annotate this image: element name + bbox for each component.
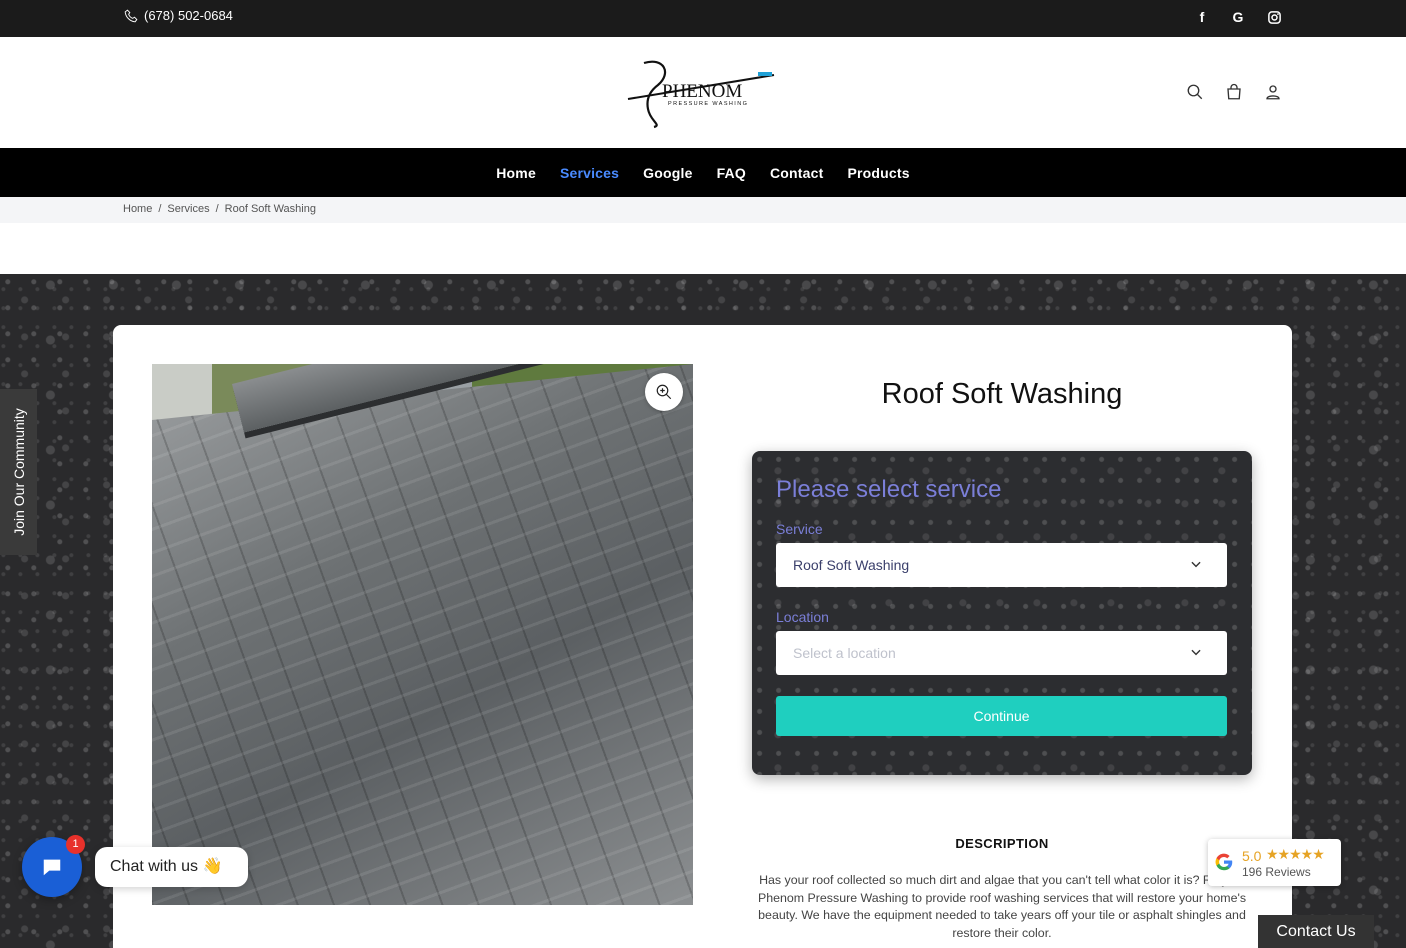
phone-icon xyxy=(124,9,138,22)
zoom-button[interactable] xyxy=(645,373,683,411)
breadcrumb-services[interactable]: Services xyxy=(167,203,209,215)
product-title: Roof Soft Washing xyxy=(881,378,1123,410)
roof-ridge xyxy=(232,364,693,433)
breadcrumb-home[interactable]: Home xyxy=(123,203,152,215)
nav-contact[interactable]: Contact xyxy=(770,165,824,181)
google-reviews-badge[interactable]: 5.0 ★★★★★ 196 Reviews xyxy=(1208,839,1341,886)
review-count: 196 Reviews xyxy=(1242,865,1311,879)
breadcrumb-separator: / xyxy=(215,203,219,215)
booking-heading: Please select service xyxy=(776,476,1002,503)
nav-google[interactable]: Google xyxy=(643,165,692,181)
cart-icon[interactable] xyxy=(1225,83,1243,101)
nav-faq[interactable]: FAQ xyxy=(717,165,746,181)
nav-home[interactable]: Home xyxy=(496,165,536,181)
service-select-value: Roof Soft Washing xyxy=(793,557,910,573)
header-actions xyxy=(1186,83,1282,101)
location-label: Location xyxy=(776,609,829,625)
service-label: Service xyxy=(776,521,823,537)
search-icon[interactable] xyxy=(1186,83,1204,101)
zoom-in-icon xyxy=(656,384,672,400)
logo-tagline: PRESSURE WASHING xyxy=(668,101,748,107)
chevron-down-icon xyxy=(1191,649,1201,656)
site-logo[interactable]: PHENOM PRESSURE WASHING xyxy=(624,55,776,129)
google-icon[interactable]: G xyxy=(1230,9,1246,25)
google-g-icon xyxy=(1215,853,1233,871)
continue-button[interactable]: Continue xyxy=(776,696,1227,736)
phone-number: (678) 502-0684 xyxy=(144,8,233,23)
star-rating: ★★★★★ xyxy=(1266,846,1325,862)
logo-wordmark: PHENOM xyxy=(662,81,742,102)
facebook-icon[interactable]: f xyxy=(1194,9,1210,25)
main-nav: Home Services Google FAQ Contact Product… xyxy=(0,148,1406,197)
breadcrumb-current: Roof Soft Washing xyxy=(224,203,316,215)
description-heading: DESCRIPTION xyxy=(955,836,1049,851)
location-select-placeholder: Select a location xyxy=(793,645,896,661)
breadcrumb-separator: / xyxy=(158,203,162,215)
chevron-down-icon xyxy=(1191,561,1201,568)
contact-us-tab[interactable]: Contact Us xyxy=(1258,915,1374,948)
service-select[interactable]: Roof Soft Washing xyxy=(776,543,1227,587)
booking-form: Please select service Service Roof Soft … xyxy=(752,451,1252,775)
social-links: f G xyxy=(1194,9,1282,25)
site-header: PHENOM PRESSURE WASHING xyxy=(0,37,1406,148)
top-bar: (678) 502-0684 f G xyxy=(0,0,1406,37)
nav-services[interactable]: Services xyxy=(560,165,619,181)
product-image[interactable] xyxy=(152,364,693,905)
phone-link[interactable]: (678) 502-0684 xyxy=(124,8,233,23)
chat-icon xyxy=(43,859,61,876)
join-community-tab[interactable]: Join Our Community xyxy=(0,389,37,555)
join-community-label: Join Our Community xyxy=(10,408,27,536)
breadcrumb: Home / Services / Roof Soft Washing xyxy=(0,197,1406,223)
description-text: Has your roof collected so much dirt and… xyxy=(757,873,1247,940)
instagram-icon[interactable] xyxy=(1266,9,1282,25)
review-score: 5.0 xyxy=(1242,848,1262,864)
location-select[interactable]: Select a location xyxy=(776,631,1227,675)
nav-products[interactable]: Products xyxy=(847,165,909,181)
chat-unread-badge: 1 xyxy=(66,835,85,854)
chat-prompt[interactable]: Chat with us 👋 xyxy=(95,847,248,887)
account-icon[interactable] xyxy=(1264,83,1282,101)
